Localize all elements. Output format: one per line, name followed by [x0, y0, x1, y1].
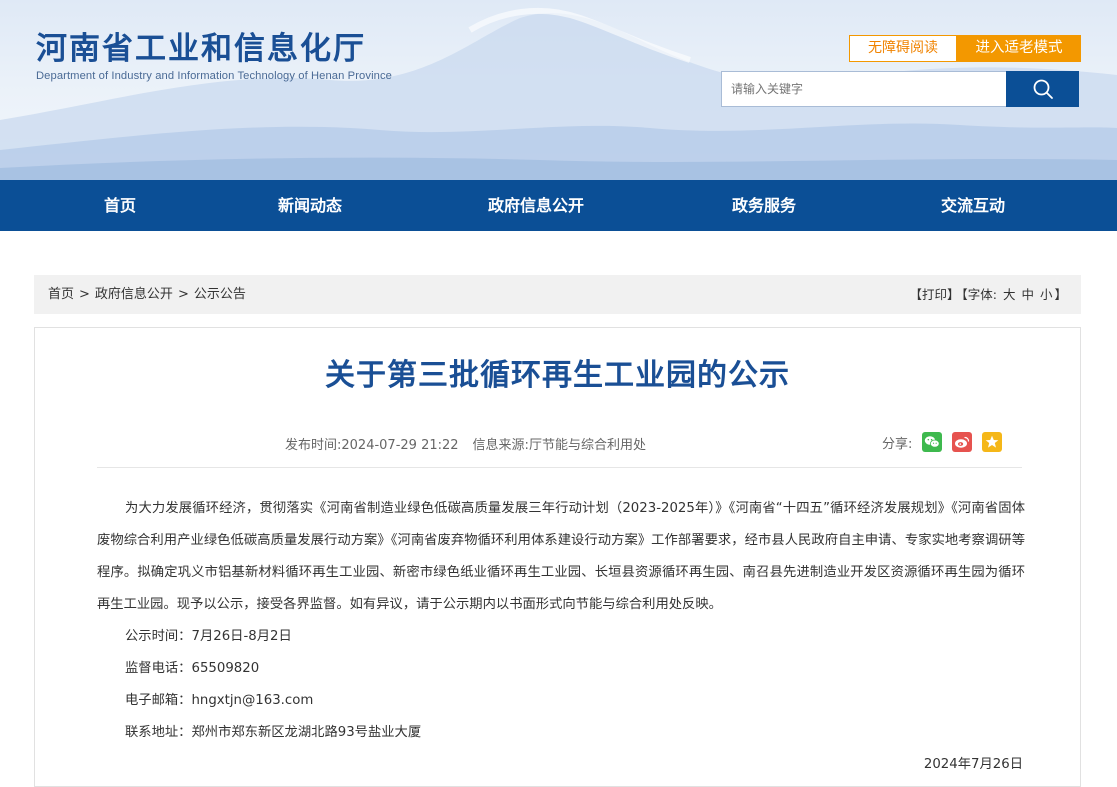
breadcrumb-home[interactable]: 首页: [48, 287, 74, 302]
breadcrumb: 首页 > 政府信息公开 > 公示公告: [48, 275, 246, 314]
contact-address: 联系地址：郑州市郑东新区龙湖北路93号盐业大厦: [125, 725, 422, 740]
site-logo[interactable]: 河南省工业和信息化厅 Department of Industry and In…: [36, 30, 392, 82]
share-bar: 分享:: [882, 432, 1003, 452]
font-small-button[interactable]: 小: [1040, 287, 1053, 302]
nav-item-gov-info[interactable]: 政府信息公开: [488, 180, 584, 231]
publish-time: 2024-07-29 21:22: [341, 438, 459, 453]
print-button[interactable]: 【打印】: [910, 287, 960, 302]
logo-title-en: Department of Industry and Information T…: [36, 70, 392, 82]
wechat-icon[interactable]: [922, 432, 943, 452]
search-button[interactable]: [1006, 71, 1079, 107]
main-nav: 首页 新闻动态 政府信息公开 政务服务 交流互动: [0, 180, 1117, 231]
font-size-suffix: 】: [1054, 287, 1067, 302]
breadcrumb-gov-info[interactable]: 政府信息公开: [95, 287, 173, 302]
article-date: 2024年7月26日: [923, 757, 1023, 772]
search-input[interactable]: [721, 71, 1006, 107]
font-size-prefix: 【字体:: [961, 287, 997, 302]
font-medium-button[interactable]: 中: [1021, 287, 1034, 302]
elder-mode-button[interactable]: 进入适老模式: [957, 35, 1081, 62]
article-title: 关于第三批循环再生工业园的公示: [325, 358, 790, 393]
weibo-icon[interactable]: [952, 432, 973, 452]
supervision-phone: 监督电话：65509820: [125, 661, 260, 676]
source-label: 信息来源:: [472, 438, 529, 453]
accessible-reading-button[interactable]: 无障碍阅读: [849, 35, 957, 62]
search-icon: [1033, 79, 1053, 99]
search-bar: [721, 71, 1079, 107]
nav-item-news[interactable]: 新闻动态: [278, 180, 342, 231]
nav-item-interaction[interactable]: 交流互动: [941, 180, 1005, 231]
font-large-button[interactable]: 大: [1003, 287, 1016, 302]
article-body: 为大力发展循环经济，贯彻落实《河南省制造业绿色低碳高质量发展三年行动计划（202…: [97, 493, 1025, 781]
source-value: 厅节能与综合利用处: [528, 438, 646, 453]
top-button-group: 无障碍阅读 进入适老模式: [849, 35, 1081, 62]
article-container: 关于第三批循环再生工业园的公示 发布时间:2024-07-29 21:22 信息来…: [34, 327, 1081, 787]
article-tools: 【打印】 【字体: 大 中 小】: [909, 275, 1069, 314]
logo-title-cn: 河南省工业和信息化厅: [36, 31, 366, 67]
breadcrumb-bar: 首页 > 政府信息公开 > 公示公告 【打印】 【字体: 大 中 小】: [34, 275, 1081, 314]
publish-time-label: 发布时间:: [285, 438, 342, 453]
breadcrumb-separator: >: [177, 287, 189, 302]
contact-email: 电子邮箱：hngxtjn@163.com: [125, 693, 314, 708]
announcement-period: 公示时间：7月26日-8月2日: [125, 629, 292, 644]
share-label: 分享:: [882, 436, 913, 452]
nav-item-home[interactable]: 首页: [104, 180, 136, 231]
qzone-icon[interactable]: [982, 432, 1003, 452]
article-meta: 发布时间:2024-07-29 21:22 信息来源:厅节能与综合利用处: [285, 434, 646, 453]
article-divider: [97, 467, 1022, 468]
header-banner: 河南省工业和信息化厅 Department of Industry and In…: [0, 0, 1117, 180]
breadcrumb-announcements[interactable]: 公示公告: [194, 287, 246, 302]
nav-item-services[interactable]: 政务服务: [732, 180, 796, 231]
breadcrumb-separator: >: [79, 287, 90, 302]
article-paragraph: 为大力发展循环经济，贯彻落实《河南省制造业绿色低碳高质量发展三年行动计划（202…: [97, 501, 1025, 612]
